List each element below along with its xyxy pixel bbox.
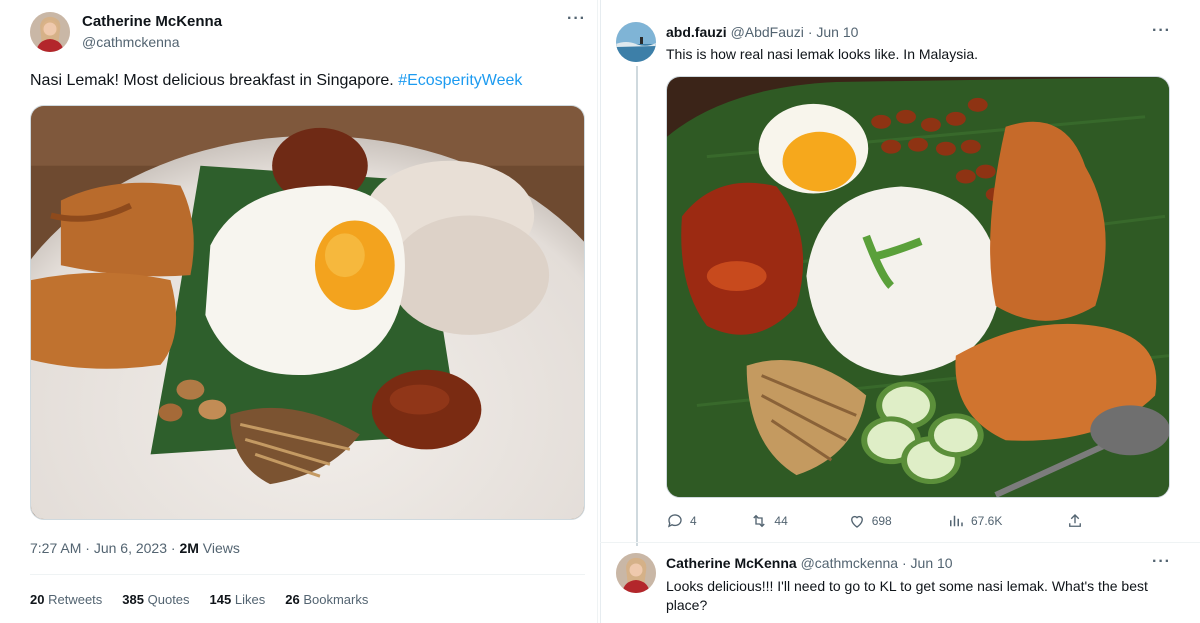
retweet-icon [753, 514, 766, 528]
views-count: 2M [179, 540, 199, 556]
reply-text: Looks delicious!!! I'll need to go to KL… [666, 577, 1186, 615]
retweet-button[interactable]: 44 [750, 512, 847, 530]
like-count: 698 [871, 514, 892, 528]
separator-dot: · [901, 555, 907, 571]
reply-text-line: place? [666, 597, 708, 613]
quotes-stat[interactable]: 385 Quotes [122, 592, 189, 607]
share-button[interactable] [1066, 512, 1086, 530]
views-chart-icon [950, 515, 963, 527]
reply-author-handle[interactable]: @cathmckenna [801, 555, 898, 571]
reply-author-avatar[interactable] [616, 553, 656, 593]
reply-icon [667, 514, 682, 528]
separator-dot: · [85, 540, 90, 556]
retweet-count: 44 [774, 514, 788, 528]
engagement-stats: 20 Retweets 385 Quotes 145 Likes 26 Book… [30, 592, 368, 607]
tweet-time: 7:27 AM [30, 540, 82, 556]
tweet-body: Nasi Lemak! Most delicious breakfast in … [30, 72, 394, 89]
fauzi-action-bar: 4 44 698 67.6K [666, 512, 1086, 530]
tweet-photo[interactable] [30, 105, 585, 520]
thread-connector-line [636, 66, 638, 546]
reply-date[interactable]: Jun 10 [911, 555, 953, 571]
more-options-icon[interactable]: ··· [1152, 22, 1171, 40]
likes-stat[interactable]: 145 Likes [210, 592, 266, 607]
bookmarks-stat[interactable]: 26 Bookmarks [285, 592, 368, 607]
reply-author-name[interactable]: Catherine McKenna [666, 555, 797, 571]
fauzi-tweet-text: This is how real nasi lemak looks like. … [666, 46, 979, 62]
views-label: Views [202, 540, 240, 556]
author-name[interactable]: Catherine McKenna [82, 13, 222, 30]
retweets-stat[interactable]: 20 Retweets [30, 592, 102, 607]
tweet-text: Nasi Lemak! Most delicious breakfast in … [30, 72, 522, 90]
views-button[interactable]: 67.6K [947, 512, 1066, 530]
hashtag-link[interactable]: #EcosperityWeek [398, 72, 522, 89]
like-button[interactable]: 698 [848, 512, 947, 530]
author-handle[interactable]: @cathmckenna [82, 34, 179, 50]
main-tweet: Catherine McKenna @cathmckenna ··· Nasi … [0, 0, 598, 623]
more-options-icon[interactable]: ··· [567, 10, 586, 28]
fauzi-name[interactable]: abd.fauzi [666, 24, 727, 40]
heart-icon [850, 515, 863, 528]
divider [30, 574, 585, 575]
reply-text-line: Looks delicious!!! I'll need to go to KL… [666, 578, 1148, 594]
tweet-date: Jun 6, 2023 [93, 540, 167, 556]
separator-dot: · [807, 24, 813, 40]
more-options-icon[interactable]: ··· [1152, 553, 1171, 571]
fauzi-handle[interactable]: @AbdFauzi [731, 24, 804, 40]
separator-dot: · [170, 540, 176, 556]
fauzi-header: abd.fauzi @AbdFauzi · Jun 10 [666, 24, 858, 40]
reply-button[interactable]: 4 [666, 512, 750, 530]
reply-count: 4 [690, 514, 697, 528]
reply-header: Catherine McKenna @cathmckenna · Jun 10 [666, 555, 953, 571]
fauzi-avatar[interactable] [616, 22, 656, 62]
tweet-timestamp[interactable]: 7:27 AM · Jun 6, 2023 · 2M Views [30, 540, 240, 556]
views-count: 67.6K [971, 514, 1003, 528]
divider [600, 542, 1200, 543]
fauzi-photo[interactable] [666, 76, 1170, 498]
author-avatar[interactable] [30, 12, 70, 52]
fauzi-date[interactable]: Jun 10 [816, 24, 858, 40]
share-icon [1069, 514, 1082, 527]
